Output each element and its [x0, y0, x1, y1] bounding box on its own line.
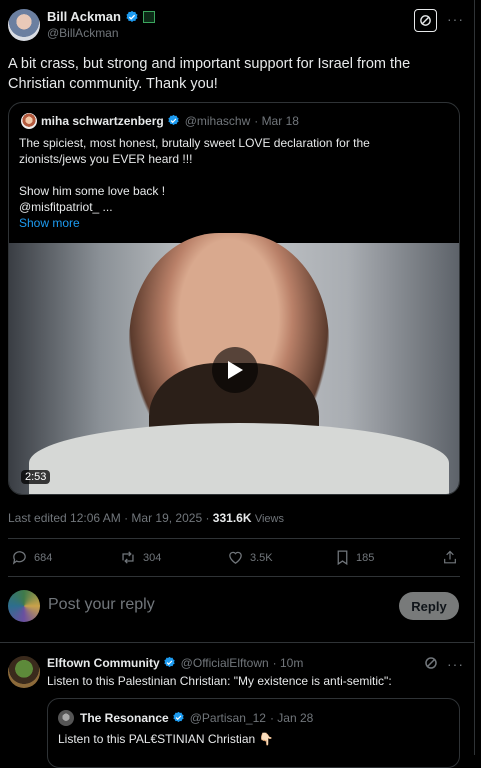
views-count: 331.6K [212, 511, 252, 525]
quoted-post-card[interactable]: miha schwartzenberg @mihaschw · Mar 18 T… [8, 102, 460, 495]
nested-quoted-card[interactable]: The Resonance @Partisan_12 · Jan 28 List… [47, 698, 460, 768]
video-player[interactable]: 2:53 [9, 233, 459, 494]
grok-icon[interactable] [424, 656, 438, 675]
divider [8, 538, 460, 539]
quoted-text-line: Show him some love back ! [19, 184, 166, 198]
repost-action[interactable]: 304 [119, 549, 161, 566]
reply-author-avatar[interactable] [8, 656, 40, 688]
bookmark-action[interactable]: 185 [335, 549, 374, 566]
bookmark-icon [337, 550, 348, 566]
author-handle[interactable]: @BillAckman [47, 26, 119, 40]
reply-count: 684 [34, 551, 53, 564]
quoted-post-date: · Mar 18 [254, 114, 299, 128]
reply-post-text: Listen to this Palestinian Christian: "M… [47, 674, 392, 688]
divider [0, 642, 474, 643]
column-border [474, 0, 475, 755]
video-duration: 2:53 [21, 470, 51, 484]
like-action[interactable]: 3.5K [227, 549, 273, 566]
reply-input[interactable]: Post your reply [48, 596, 155, 614]
divider [8, 576, 460, 577]
quoted-author-handle: @mihaschw [184, 114, 251, 128]
reply-action[interactable]: 684 [11, 549, 52, 566]
play-button-icon[interactable] [212, 347, 258, 393]
reply-button[interactable]: Reply [399, 592, 459, 620]
repost-icon [122, 551, 134, 564]
nested-quoted-avatar [58, 710, 74, 726]
quoted-author-name: miha schwartzenberg [41, 114, 164, 128]
verified-badge-icon [167, 114, 181, 128]
heart-icon [229, 551, 242, 564]
more-options-icon[interactable]: ··· [447, 656, 464, 672]
video-thumbnail-shirt [29, 423, 449, 494]
share-action[interactable] [442, 549, 464, 566]
show-more-link[interactable]: Show more [19, 215, 449, 231]
verified-badge-icon [172, 711, 186, 725]
author-avatar[interactable] [8, 9, 40, 41]
quoted-text-line: @misfitpatriot_ ... [19, 200, 113, 214]
reply-icon [12, 551, 26, 565]
verified-badge-icon [163, 656, 177, 670]
reply-author-name[interactable]: Elftown Community [47, 656, 160, 670]
nested-quoted-date: · Jan 28 [269, 711, 314, 725]
share-icon [444, 550, 456, 564]
nested-quoted-name: The Resonance [80, 711, 169, 725]
like-count: 3.5K [250, 551, 273, 564]
grok-icon[interactable] [414, 9, 437, 32]
quoted-text-line: zionists/jews you EVER heard !!! [19, 152, 193, 166]
quoted-author-avatar [21, 113, 37, 129]
reply-author-handle[interactable]: @OfficialElftown [181, 656, 269, 670]
nested-quoted-text: Listen to this PAL€STINIAN Christian 👇🏻 [58, 732, 274, 746]
edited-timestamp: Last edited 12:06 AM · Mar 19, 2025 · [8, 511, 210, 525]
repost-count: 304 [143, 551, 162, 564]
quoted-text-line: The spiciest, most honest, brutally swee… [19, 136, 370, 150]
reply-post-time: · 10m [272, 656, 304, 670]
current-user-avatar[interactable] [8, 590, 40, 622]
more-options-icon[interactable]: ··· [447, 11, 464, 27]
bookmark-count: 185 [356, 551, 375, 564]
author-name[interactable]: Bill Ackman [47, 9, 121, 24]
verified-badge-icon [125, 10, 139, 24]
affiliation-badge-icon [142, 10, 155, 23]
post-text-line: A bit crass, but strong and important su… [8, 56, 411, 72]
views-label: Views [254, 513, 284, 525]
nested-quoted-handle: @Partisan_12 [189, 711, 266, 725]
post-text-line: Christian community. Thank you! [8, 75, 218, 92]
